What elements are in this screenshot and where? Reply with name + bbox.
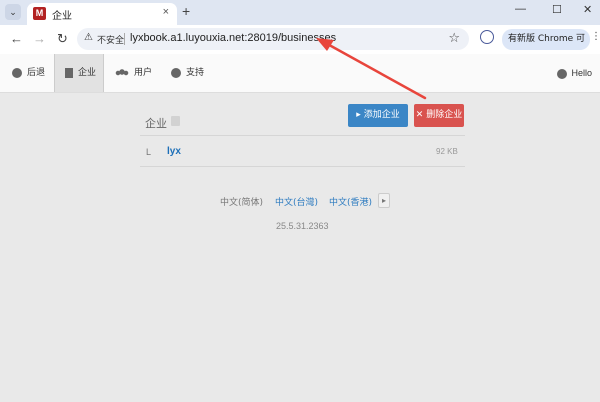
nav-business[interactable]: 企业 — [54, 54, 104, 92]
tab-search-button[interactable]: ⌄ — [5, 4, 21, 20]
minimize-icon[interactable]: — — [515, 3, 526, 15]
business-link-lyx[interactable]: lyx — [167, 146, 181, 157]
business-size: 92 KB — [436, 147, 458, 156]
nav-back[interactable]: 后退 — [12, 54, 45, 92]
add-business-button[interactable]: ▸ 添加企业 — [348, 104, 408, 127]
forward-icon[interactable]: → — [33, 31, 46, 46]
users-icon — [115, 67, 129, 78]
lang-zh-tw[interactable]: 中文(台灣) — [275, 195, 318, 208]
bookmark-star-icon[interactable]: ☆ — [448, 30, 460, 46]
nav-support-label: 支持 — [186, 68, 205, 78]
tab-title: 企业 — [52, 11, 72, 22]
maximize-icon[interactable]: ☐ — [552, 3, 562, 16]
address-bar[interactable]: ⚠ 不安全 lyxbook.a1.luyouxia.net:28019/busi… — [77, 28, 469, 50]
nav-back-label: 后退 — [27, 68, 46, 78]
back-icon[interactable]: ← — [10, 31, 23, 46]
delete-business-button[interactable]: ✕ 删除企业 — [414, 104, 464, 127]
nav-users[interactable]: 用户 — [115, 54, 152, 92]
row-letter: L — [146, 147, 152, 157]
tab-business[interactable]: M 企业 × — [27, 3, 177, 25]
user-greeting: Hello — [571, 68, 592, 78]
nav-support[interactable]: 支持 — [171, 54, 204, 92]
url-text[interactable]: lyxbook.a1.luyouxia.net:28019/businesses — [130, 32, 336, 44]
add-business-label: 添加企业 — [363, 110, 400, 120]
tab-strip: ⌄ M 企业 × + — ☐ ✕ — [0, 0, 600, 25]
lang-zh-hk[interactable]: 中文(香港) — [329, 195, 372, 208]
reload-icon[interactable]: ↻ — [57, 31, 68, 47]
version-text: 25.5.31.2363 — [276, 221, 329, 231]
new-tab-button[interactable]: + — [182, 3, 190, 19]
nav-users-label: 用户 — [134, 68, 153, 78]
update-chrome-button[interactable]: 有新版 Chrome 可用 — [502, 29, 590, 65]
app-nav: 后退 企业 用户 支持 Hello — [0, 54, 600, 93]
page-title-icon — [171, 116, 180, 126]
page-title: 企业 — [145, 117, 167, 130]
browser-toolbar: ← → ↻ ⚠ 不安全 lyxbook.a1.luyouxia.net:2801… — [0, 25, 600, 65]
lang-zh-hans: 中文(简体) — [220, 198, 264, 208]
omnibox-separator — [124, 33, 125, 45]
delete-business-label: 删除企业 — [426, 110, 463, 120]
insecure-label[interactable]: 不安全 — [97, 33, 124, 46]
lang-more-button[interactable]: ▸ — [378, 193, 390, 208]
nav-business-label: 企业 — [78, 68, 97, 78]
building-icon — [65, 67, 73, 78]
user-menu[interactable]: Hello — [557, 54, 592, 92]
user-avatar-icon — [557, 68, 568, 79]
profile-icon[interactable] — [480, 30, 494, 44]
list-divider-top — [140, 135, 465, 136]
back-circle-icon — [12, 67, 22, 78]
tab-close-icon[interactable]: × — [163, 6, 169, 18]
window-close-icon[interactable]: ✕ — [583, 3, 592, 16]
favicon-icon: M — [33, 7, 46, 20]
list-divider-bottom — [140, 166, 465, 167]
warning-icon[interactable]: ⚠ — [84, 32, 93, 43]
more-menu-icon[interactable]: ⋮ — [591, 31, 600, 42]
help-icon — [171, 67, 181, 78]
